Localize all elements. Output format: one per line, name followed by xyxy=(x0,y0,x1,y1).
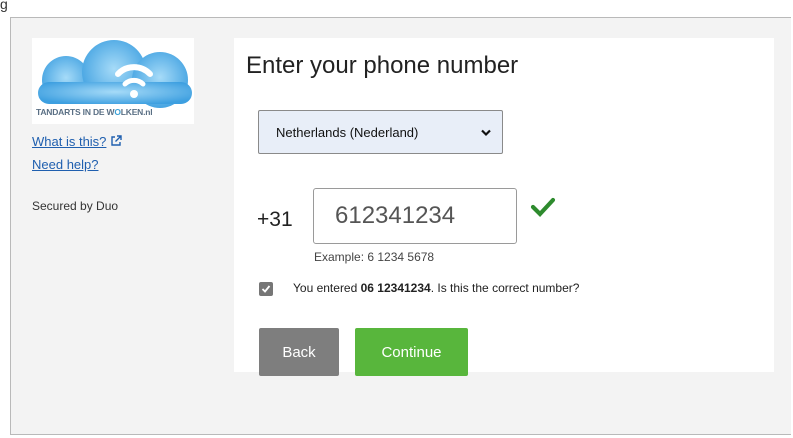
country-code: +31 xyxy=(257,208,293,231)
continue-button[interactable]: Continue xyxy=(355,328,468,376)
phone-example-hint: Example: 6 1234 5678 xyxy=(314,250,435,264)
external-link-icon xyxy=(110,135,123,150)
main-panel: Enter your phone number Netherlands (Ned… xyxy=(234,38,774,376)
what-is-this-link[interactable]: What is this? xyxy=(32,134,123,150)
entered-number: 06 12341234 xyxy=(360,281,431,295)
what-is-this-label: What is this? xyxy=(32,134,107,149)
phone-number-input[interactable]: 612341234 xyxy=(313,188,517,244)
chevron-down-icon xyxy=(480,126,492,141)
brand-logo: TANDARTS IN DE WOLKEN.nl xyxy=(32,38,194,124)
checkmark-icon xyxy=(530,196,556,223)
confirm-number-label: You entered 06 12341234. Is this the cor… xyxy=(293,281,580,295)
page-title: Enter your phone number xyxy=(246,52,519,79)
duo-prompt-frame: TANDARTS IN DE WOLKEN.nl What is this? N… xyxy=(10,17,791,435)
confirm-number-checkbox[interactable] xyxy=(259,282,273,296)
top-text-fragment: g xyxy=(0,0,8,12)
secured-by-duo: Secured by Duo xyxy=(32,199,119,213)
checkbox-checked-icon xyxy=(261,285,271,293)
country-select-value: Netherlands (Nederland) xyxy=(276,124,419,140)
country-select[interactable]: Netherlands (Nederland) xyxy=(258,110,503,154)
logo-wordmark: TANDARTS IN DE WOLKEN.nl xyxy=(36,107,153,117)
back-button[interactable]: Back xyxy=(259,328,339,376)
need-help-link[interactable]: Need help? xyxy=(32,157,99,172)
